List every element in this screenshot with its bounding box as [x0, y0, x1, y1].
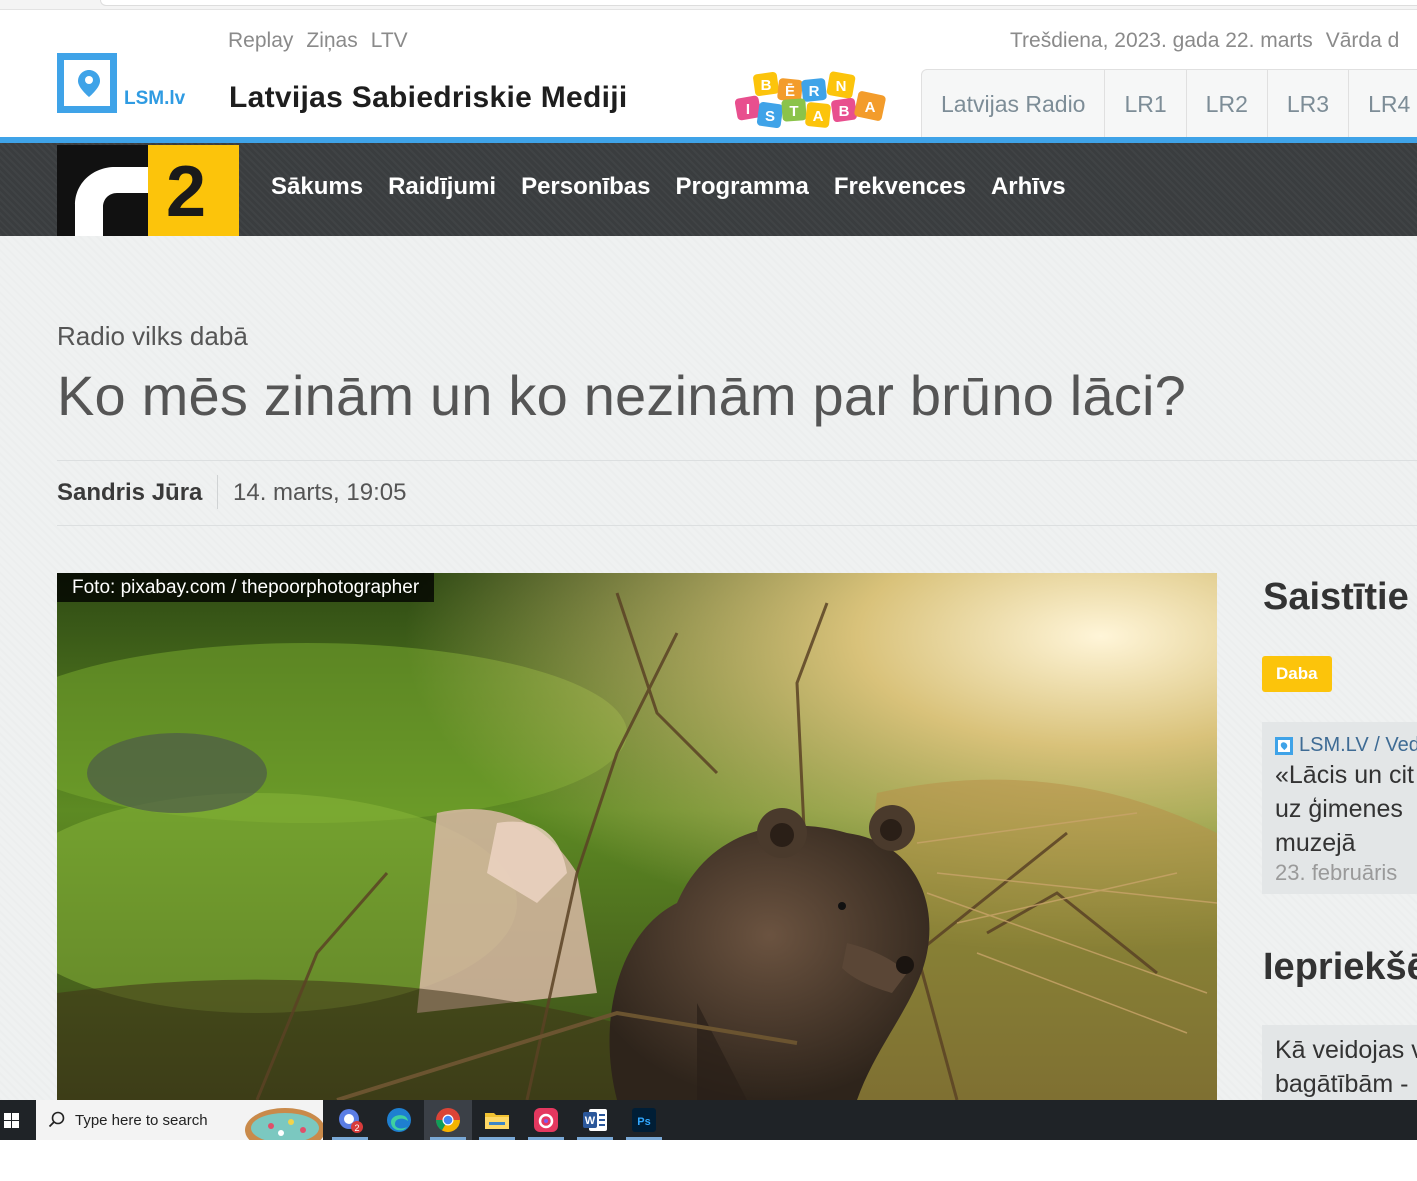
current-date: Trešdiena, 2023. gada 22. marts Vārda d [1010, 29, 1399, 53]
related-source[interactable]: LSM.LV / Ved [1275, 734, 1417, 757]
kids-letter-2: Ē [785, 83, 795, 100]
article-headline: Ko mēs zinām un ko nezinām par brūno lāc… [57, 364, 1186, 427]
tab-lr4[interactable]: LR4 [1349, 70, 1417, 137]
kids-letter-5: I [746, 101, 750, 118]
map-pin-icon [78, 70, 100, 97]
nav-personibas[interactable]: Personības [521, 173, 650, 201]
creative-cloud-icon[interactable] [532, 1106, 560, 1134]
chrome-browser-icon[interactable] [434, 1106, 462, 1134]
bear-cub-photo [57, 573, 1217, 1100]
related-source-label: LSM.LV / Ved [1299, 734, 1417, 756]
related-article-title[interactable]: «Lācis un cit uz ģimenes muzejā [1275, 758, 1414, 860]
windows-taskbar: Type here to search 2 W Ps [0, 1100, 1417, 1140]
article-content: Radio vilks dabā Ko mēs zinām un ko nezi… [0, 236, 1417, 1105]
taskbar-search[interactable]: Type here to search [36, 1100, 323, 1140]
search-highlight-icon [245, 1108, 323, 1140]
edge-browser-icon[interactable] [385, 1106, 413, 1134]
lsm-logo-text[interactable]: LSM.lv [124, 88, 185, 110]
top-link-ltv[interactable]: LTV [371, 29, 408, 53]
kids-letter-3: R [809, 83, 820, 100]
lsm-logo-icon[interactable] [57, 53, 117, 113]
lsm-header: LSM.lv Replay Ziņas LTV Latvijas Sabiedr… [0, 11, 1417, 137]
article-date: 14. marts, 19:05 [233, 479, 407, 506]
kids-letter-9: B [839, 103, 850, 120]
page-bottom [0, 1140, 1417, 1181]
lr2-logo[interactable]: 2 [57, 145, 239, 236]
related-article-date: 23. februāris [1275, 860, 1398, 885]
word-icon[interactable]: W [581, 1106, 609, 1134]
nav-programma[interactable]: Programma [675, 173, 808, 201]
article-kicker[interactable]: Radio vilks dabā [57, 321, 248, 352]
divider [57, 525, 1417, 526]
previous-article-title[interactable]: Kā veidojas v bagātībām - [1275, 1033, 1417, 1101]
kids-letter-1: B [761, 77, 772, 94]
browser-tab-strip [0, 0, 1417, 10]
previous-article-card[interactable]: Kā veidojas v bagātībām - [1262, 1025, 1417, 1105]
tab-lr2[interactable]: LR2 [1187, 70, 1268, 137]
nav-sakums[interactable]: Sākums [271, 173, 363, 201]
teams-chat-icon[interactable]: 2 [336, 1106, 364, 1134]
related-article-card[interactable]: LSM.LV / Ved «Lācis un cit uz ģimenes mu… [1262, 722, 1417, 894]
photoshop-icon[interactable]: Ps [630, 1106, 658, 1134]
tab-lr3[interactable]: LR3 [1268, 70, 1350, 137]
lr2-logo-black [57, 145, 148, 236]
kids-letter-10: A [865, 99, 876, 116]
tab-lr1[interactable]: LR1 [1105, 70, 1187, 137]
previous-line-1: Kā veidojas v [1275, 1036, 1417, 1064]
kids-letter-8: A [813, 108, 824, 125]
kids-letter-7: T [789, 103, 798, 120]
file-explorer-icon[interactable] [483, 1106, 511, 1134]
main-menu: Sākums Raidījumi Personības Programma Fr… [271, 173, 1066, 201]
teams-badge: 2 [354, 1123, 359, 1133]
search-placeholder: Type here to search [75, 1112, 208, 1129]
lr2-logo-yellow: 2 [148, 145, 239, 236]
windows-start-icon[interactable] [0, 1100, 36, 1140]
date-label: Trešdiena, 2023. gada 22. marts [1010, 29, 1313, 52]
nav-arhivs[interactable]: Arhīvs [991, 173, 1066, 201]
lsm-mini-icon [1275, 736, 1293, 755]
divider [217, 475, 218, 509]
previous-heading: Iepriekšē [1263, 946, 1417, 988]
related-line-3: muzejā [1275, 829, 1356, 857]
related-line-2: uz ģimenes [1275, 795, 1403, 823]
name-day-label[interactable]: Vārda d [1326, 29, 1400, 52]
lr2-nav: 2 Sākums Raidījumi Personības Programma … [0, 143, 1417, 236]
tab-latvijas-radio[interactable]: Latvijas Radio [922, 70, 1106, 137]
kids-letter-6: S [765, 108, 775, 125]
photo-credit: Foto: pixabay.com / thepoorphotographer [57, 573, 435, 602]
related-line-1: «Lācis un cit [1275, 761, 1414, 789]
lr2-number: 2 [166, 152, 207, 232]
lr2-swoosh-icon [75, 167, 148, 236]
bernistaba-logo[interactable]: B Ē R N I S T A B A [734, 71, 888, 131]
previous-line-2: bagātībām - [1275, 1070, 1409, 1098]
search-icon [48, 1111, 65, 1128]
article-photo[interactable]: Foto: pixabay.com / thepoorphotographer [57, 573, 1217, 1100]
top-link-replay[interactable]: Replay [228, 29, 293, 53]
word-letter: W [585, 1115, 596, 1127]
radio-tabs: Latvijas Radio LR1 LR2 LR3 LR4 [921, 69, 1417, 137]
top-link-zinas[interactable]: Ziņas [306, 29, 357, 53]
related-heading: Saistītie r [1263, 576, 1417, 618]
article-author[interactable]: Sandris Jūra [57, 479, 202, 507]
kids-letter-4: N [836, 78, 847, 95]
site-title[interactable]: Latvijas Sabiedriskie Mediji [229, 81, 628, 115]
nav-raidijumi[interactable]: Raidījumi [388, 173, 496, 201]
divider [57, 460, 1417, 461]
nav-frekvences[interactable]: Frekvences [834, 173, 966, 201]
tag-daba[interactable]: Daba [1262, 656, 1332, 692]
page: { "header": { "top_links": ["Replay", "Z… [0, 0, 1417, 1181]
top-links: Replay Ziņas LTV [228, 29, 408, 53]
address-bar[interactable] [100, 0, 1417, 6]
ps-letters: Ps [637, 1116, 650, 1128]
